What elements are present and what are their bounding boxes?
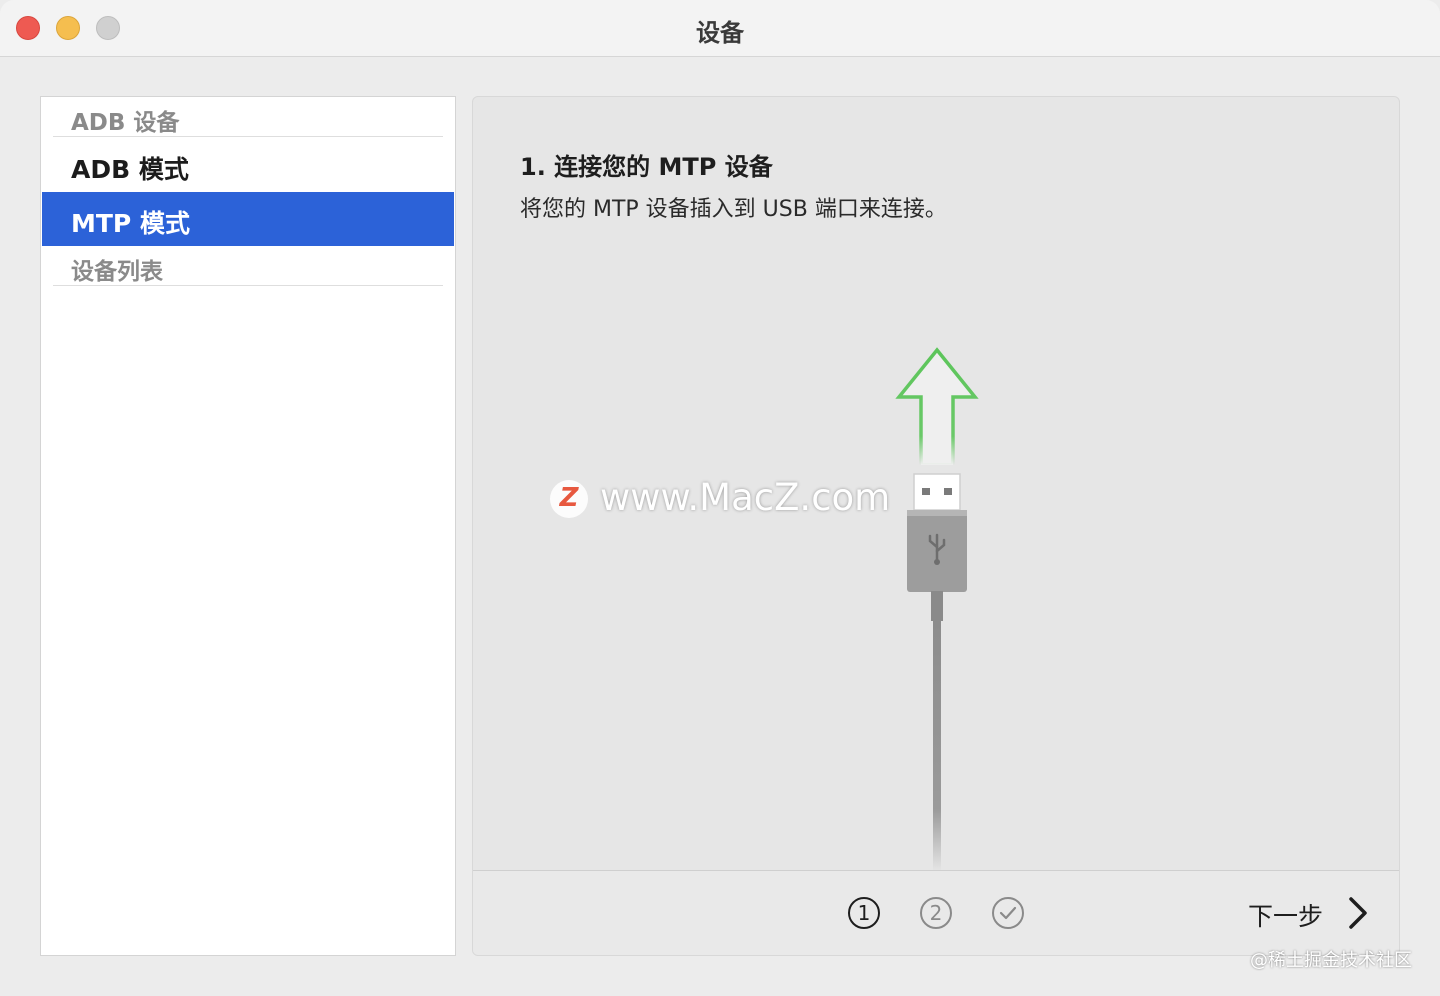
- wizard-footer: 1 2 下一步: [473, 870, 1399, 955]
- step-description: 将您的 MTP 设备插入到 USB 端口来连接。: [520, 197, 947, 222]
- chevron-right-icon: [1349, 897, 1367, 929]
- watermark-logo-letter: Z: [559, 483, 579, 513]
- step-2-indicator-icon: 2: [920, 897, 952, 929]
- step-done-indicator-icon: [992, 897, 1024, 929]
- sidebar-group-label: ADB 设备: [71, 110, 180, 136]
- next-button[interactable]: 下一步: [1246, 893, 1376, 933]
- title-bar: 设备: [0, 0, 1440, 57]
- main-panel: 1. 连接您的 MTP 设备 将您的 MTP 设备插入到 USB 端口来连接。: [472, 96, 1400, 956]
- window-title: 设备: [696, 19, 744, 47]
- usb-plug-icon: [907, 473, 967, 872]
- credit-watermark: @稀土掘金技术社区: [1250, 950, 1412, 971]
- sidebar-item-label: MTP 模式: [71, 209, 190, 238]
- step-1-label: 1: [858, 901, 871, 925]
- device-window: 设备 ADB 设备 ADB 模式 MTP 模式 设备列表 1. 连接您的 MTP…: [0, 0, 1440, 996]
- watermark-text: www.MacZ.com: [600, 476, 891, 519]
- sidebar-item-mtp-mode[interactable]: MTP 模式: [42, 192, 454, 246]
- sidebar-group-adb-devices: ADB 设备: [53, 97, 443, 137]
- sidebar-group-device-list: 设备列表: [53, 246, 443, 286]
- step-1-indicator-icon: 1: [848, 897, 880, 929]
- sidebar-item-label: ADB 模式: [71, 155, 189, 184]
- usb-illustration: [895, 347, 979, 872]
- step-title: 1. 连接您的 MTP 设备: [520, 153, 773, 181]
- step-2-label: 2: [930, 901, 943, 925]
- sidebar-item-adb-mode[interactable]: ADB 模式: [42, 138, 454, 192]
- next-button-label: 下一步: [1248, 902, 1324, 931]
- up-arrow-icon: [895, 347, 979, 467]
- watermark-logo: Z: [550, 480, 588, 518]
- sidebar-group-label: 设备列表: [71, 259, 163, 285]
- sidebar: ADB 设备 ADB 模式 MTP 模式 设备列表: [40, 96, 456, 956]
